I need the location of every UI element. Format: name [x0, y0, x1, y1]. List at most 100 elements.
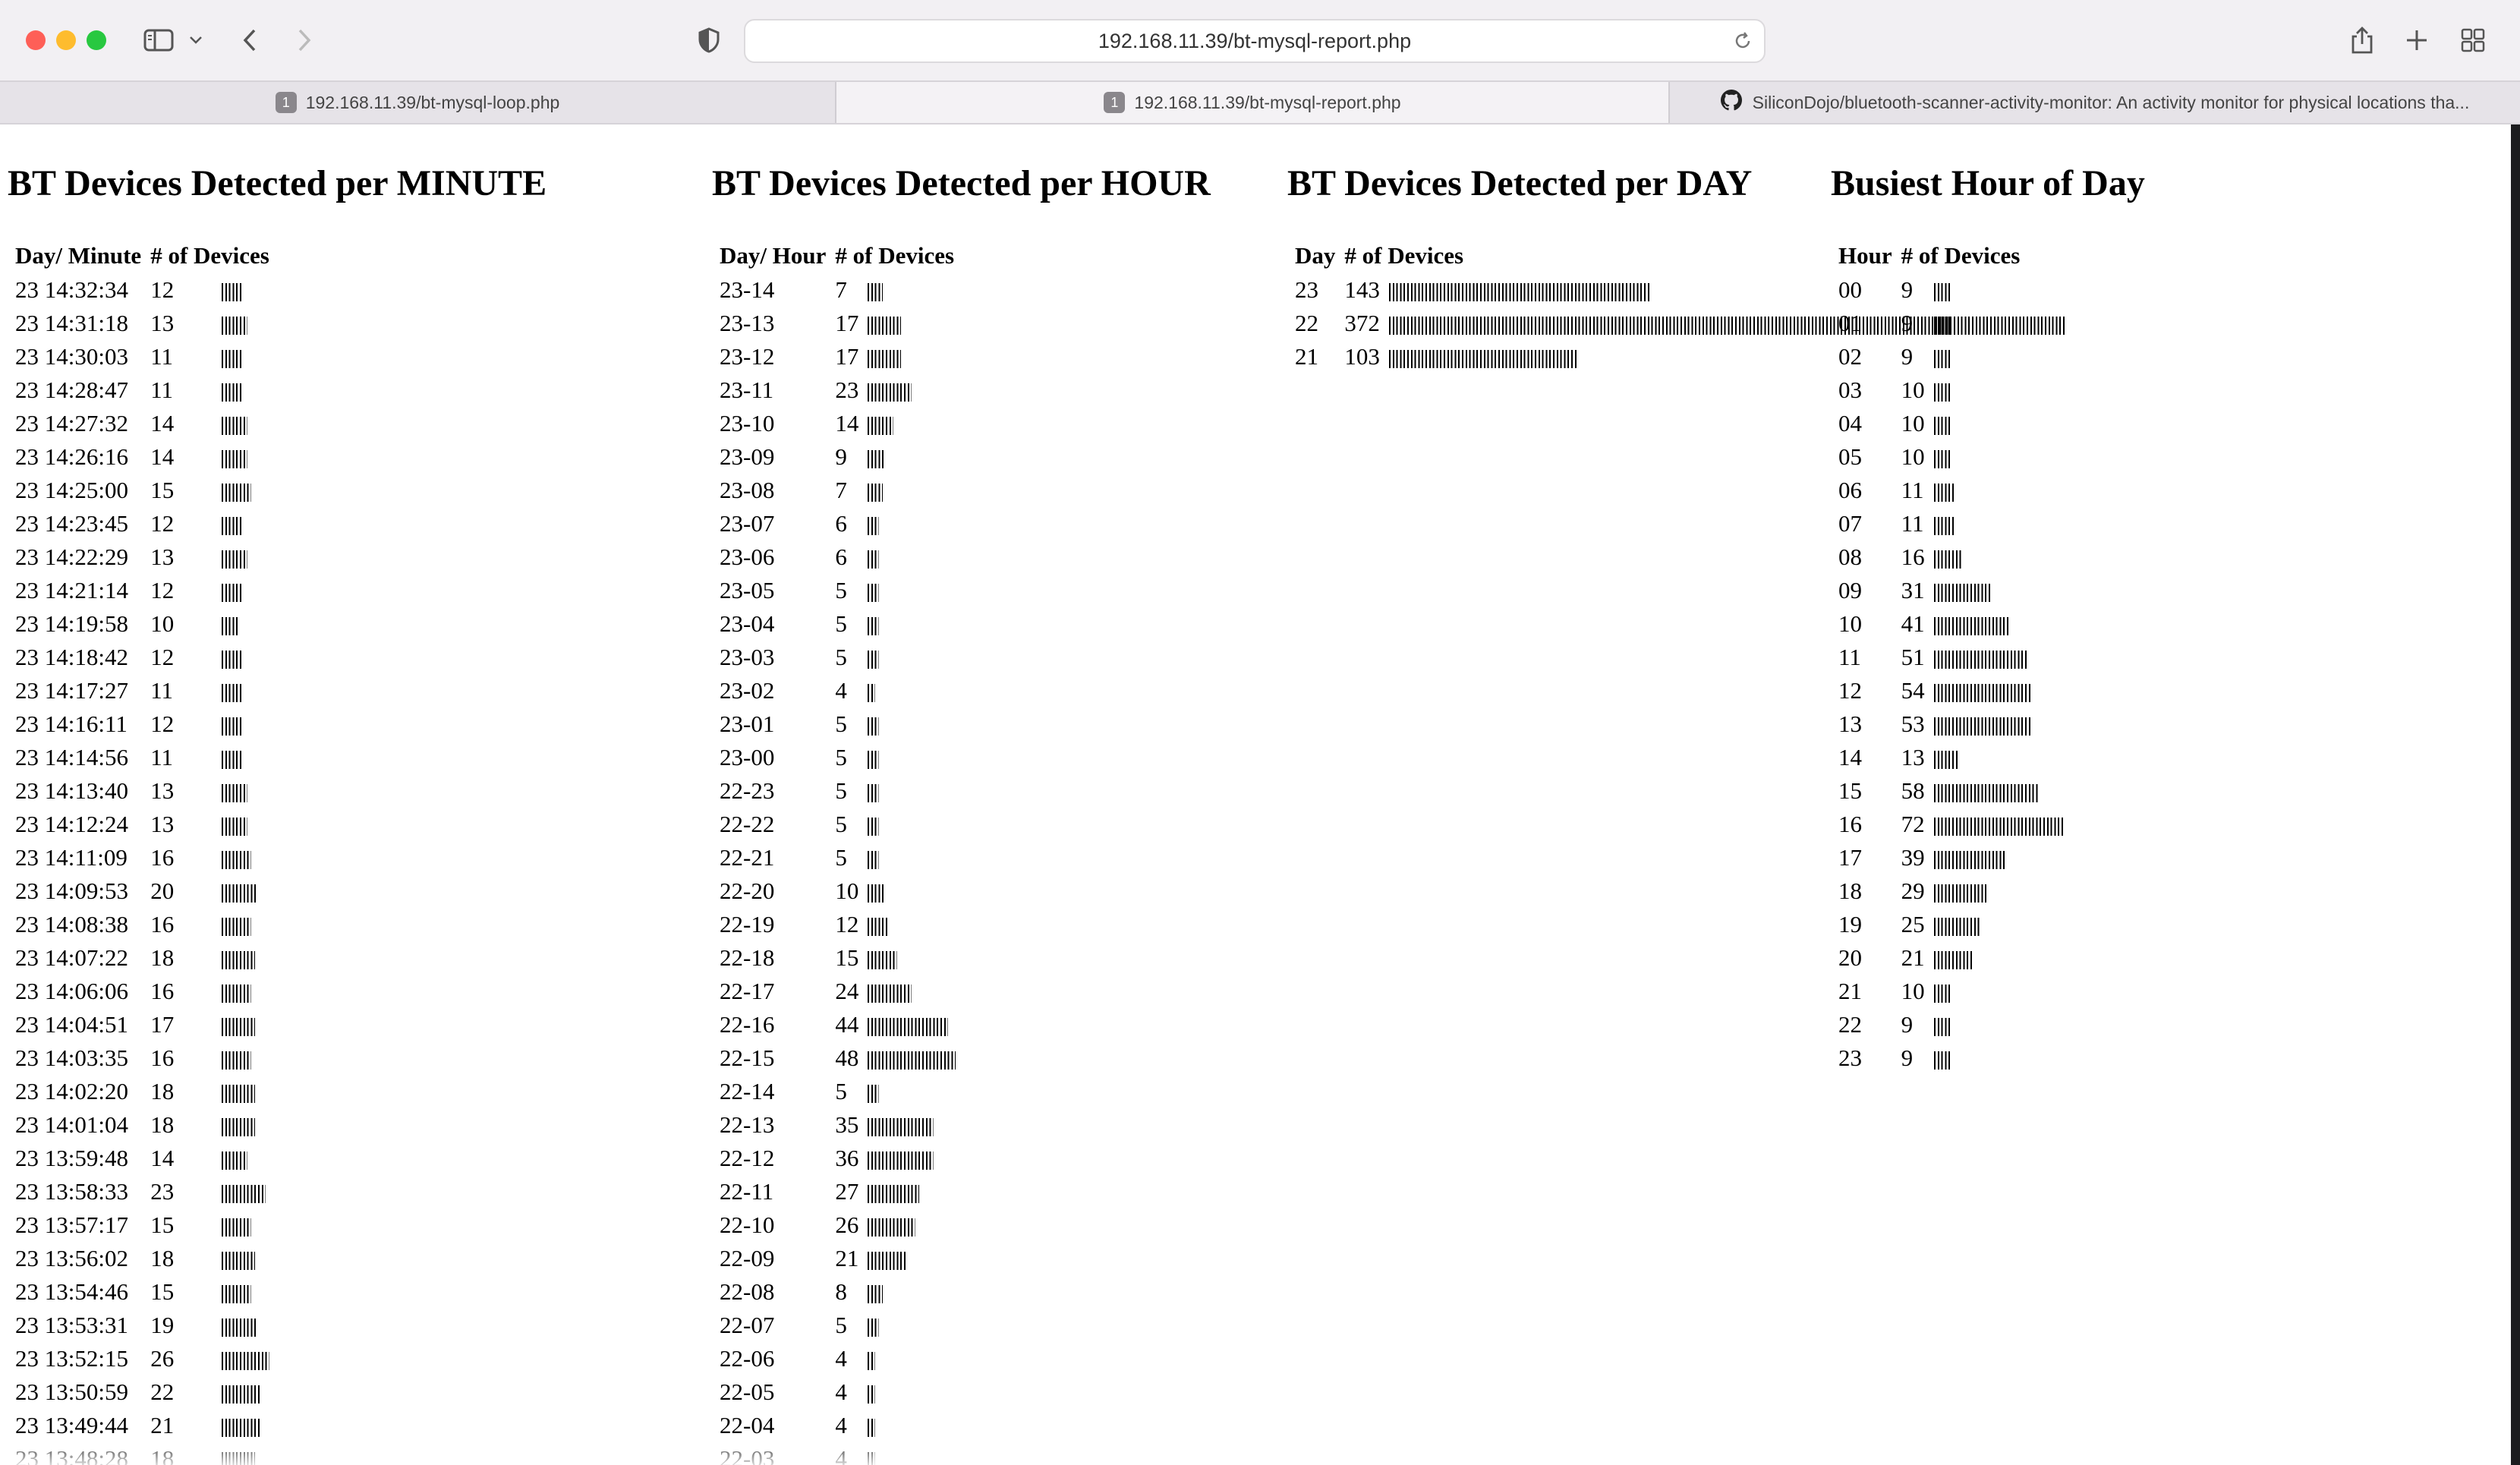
tally-bar [1933, 516, 1956, 535]
row-time: 21 [1838, 978, 1862, 1004]
row-time: 23 14:32:34 [15, 276, 128, 303]
table-row: 23 13:58:33 23 [11, 1175, 274, 1208]
row-bar-cell [217, 1242, 273, 1275]
row-bar-cell [863, 1008, 959, 1041]
tally-bar [222, 1051, 251, 1070]
table-row: 07 11 [1834, 507, 2069, 540]
tab-bt-mysql-loop[interactable]: 1 192.168.11.39/bt-mysql-loop.php [0, 82, 835, 123]
row-count: 4 [835, 1345, 847, 1372]
row-count: 6 [835, 543, 847, 570]
row-bar-cell [863, 1275, 959, 1309]
row-time: 14 [1838, 744, 1862, 770]
tally-bar [1933, 1051, 1952, 1070]
row-time: 23-12 [720, 343, 775, 370]
row-time: 23-05 [720, 577, 775, 603]
back-icon[interactable] [238, 23, 261, 58]
row-count: 15 [150, 477, 175, 503]
row-count: 13 [150, 310, 175, 336]
row-count: 12 [150, 577, 175, 603]
row-count: 14 [150, 410, 175, 436]
tally-bar [1933, 416, 1952, 435]
zoom-window-button[interactable] [87, 30, 106, 50]
row-count: 10 [1901, 410, 1925, 436]
row-bar-cell [1929, 540, 2070, 574]
tally-bar [1933, 884, 1989, 903]
tally-bar [868, 750, 879, 769]
row-count: 12 [150, 644, 175, 670]
table-row: 22-10 26 [715, 1208, 960, 1242]
row-bar-cell [863, 1309, 959, 1342]
row-bar-cell [217, 1075, 273, 1108]
row-count: 5 [835, 644, 847, 670]
row-bar-cell [217, 1309, 273, 1342]
col-header-count: # of Devices [1901, 242, 2021, 269]
row-count: 5 [835, 811, 847, 837]
row-count: 5 [835, 1078, 847, 1104]
tally-bar [1933, 984, 1952, 1003]
tally-bar [1388, 282, 1652, 301]
tally-bar [868, 449, 887, 468]
row-time: 23 14:18:42 [15, 644, 128, 670]
row-time: 22-14 [720, 1078, 775, 1104]
hour-title: BT Devices Detected per HOUR [712, 163, 1211, 203]
address-bar[interactable]: 192.168.11.39/bt-mysql-report.php [744, 19, 1766, 63]
row-count: 5 [835, 577, 847, 603]
table-row: 22-15 48 [715, 1041, 960, 1075]
close-window-button[interactable] [26, 30, 46, 50]
tab-label: SiliconDojo/bluetooth-scanner-activity-m… [1752, 92, 2470, 112]
tally-bar [1933, 349, 1952, 368]
row-count: 16 [150, 844, 175, 871]
row-bar-cell [1929, 440, 2070, 474]
tally-bar [222, 282, 244, 301]
row-count: 16 [150, 978, 175, 1004]
tally-bar [1933, 1017, 1952, 1036]
minimize-window-button[interactable] [56, 30, 76, 50]
tab-bt-mysql-report[interactable]: 1 192.168.11.39/bt-mysql-report.php [835, 82, 1668, 123]
privacy-shield-icon[interactable] [695, 23, 723, 58]
table-row: 23 14:32:34 12 [11, 273, 274, 307]
new-tab-icon[interactable] [2402, 23, 2432, 58]
row-bar-cell [863, 373, 959, 407]
table-row: 23 14:08:38 16 [11, 908, 274, 941]
row-time: 22-05 [720, 1378, 775, 1405]
share-icon[interactable] [2347, 23, 2377, 58]
tally-bar [1933, 750, 1960, 769]
row-time: 21 [1295, 343, 1318, 370]
tally-bar [868, 783, 879, 802]
forward-icon[interactable] [293, 23, 316, 58]
reload-icon[interactable] [1732, 30, 1753, 55]
row-count: 11 [1901, 477, 1924, 503]
row-count: 13 [150, 777, 175, 804]
table-row: 22-20 10 [715, 874, 960, 908]
table-row: 10 41 [1834, 607, 2069, 641]
row-time: 23 14:22:29 [15, 543, 128, 570]
tally-bar [1933, 282, 1952, 301]
row-time: 23-03 [720, 644, 775, 670]
table-row: 21 10 [1834, 975, 2069, 1008]
row-time: 05 [1838, 443, 1862, 470]
tally-bar [868, 717, 879, 736]
row-bar-cell [863, 975, 959, 1008]
sidebar-toggle-icon[interactable] [141, 23, 176, 58]
row-bar-cell [217, 474, 273, 507]
tab-overview-icon[interactable] [2458, 23, 2488, 58]
row-bar-cell [217, 975, 273, 1008]
row-count: 4 [835, 677, 847, 704]
row-time: 23-09 [720, 443, 775, 470]
table-row: 23 14:12:24 13 [11, 808, 274, 841]
tab-label: 192.168.11.39/bt-mysql-loop.php [305, 92, 560, 112]
tally-bar [868, 817, 879, 836]
hour-table: Day/ Hour # of Devices 23-14 7 23-13 17 23-1… [715, 238, 960, 1465]
row-count: 17 [835, 310, 859, 336]
row-time: 23 14:01:04 [15, 1111, 128, 1138]
tally-bar [868, 984, 912, 1003]
tally-bar [868, 550, 879, 569]
chevron-down-icon[interactable] [187, 23, 205, 58]
table-row: 14 13 [1834, 741, 2069, 774]
table-row: 23-01 5 [715, 707, 960, 741]
row-time: 22 [1838, 1011, 1862, 1038]
tally-bar [222, 1151, 248, 1170]
tally-bar [868, 683, 875, 702]
tab-github-repo[interactable]: SiliconDojo/bluetooth-scanner-activity-m… [1668, 82, 2520, 123]
row-count: 18 [150, 1111, 175, 1138]
